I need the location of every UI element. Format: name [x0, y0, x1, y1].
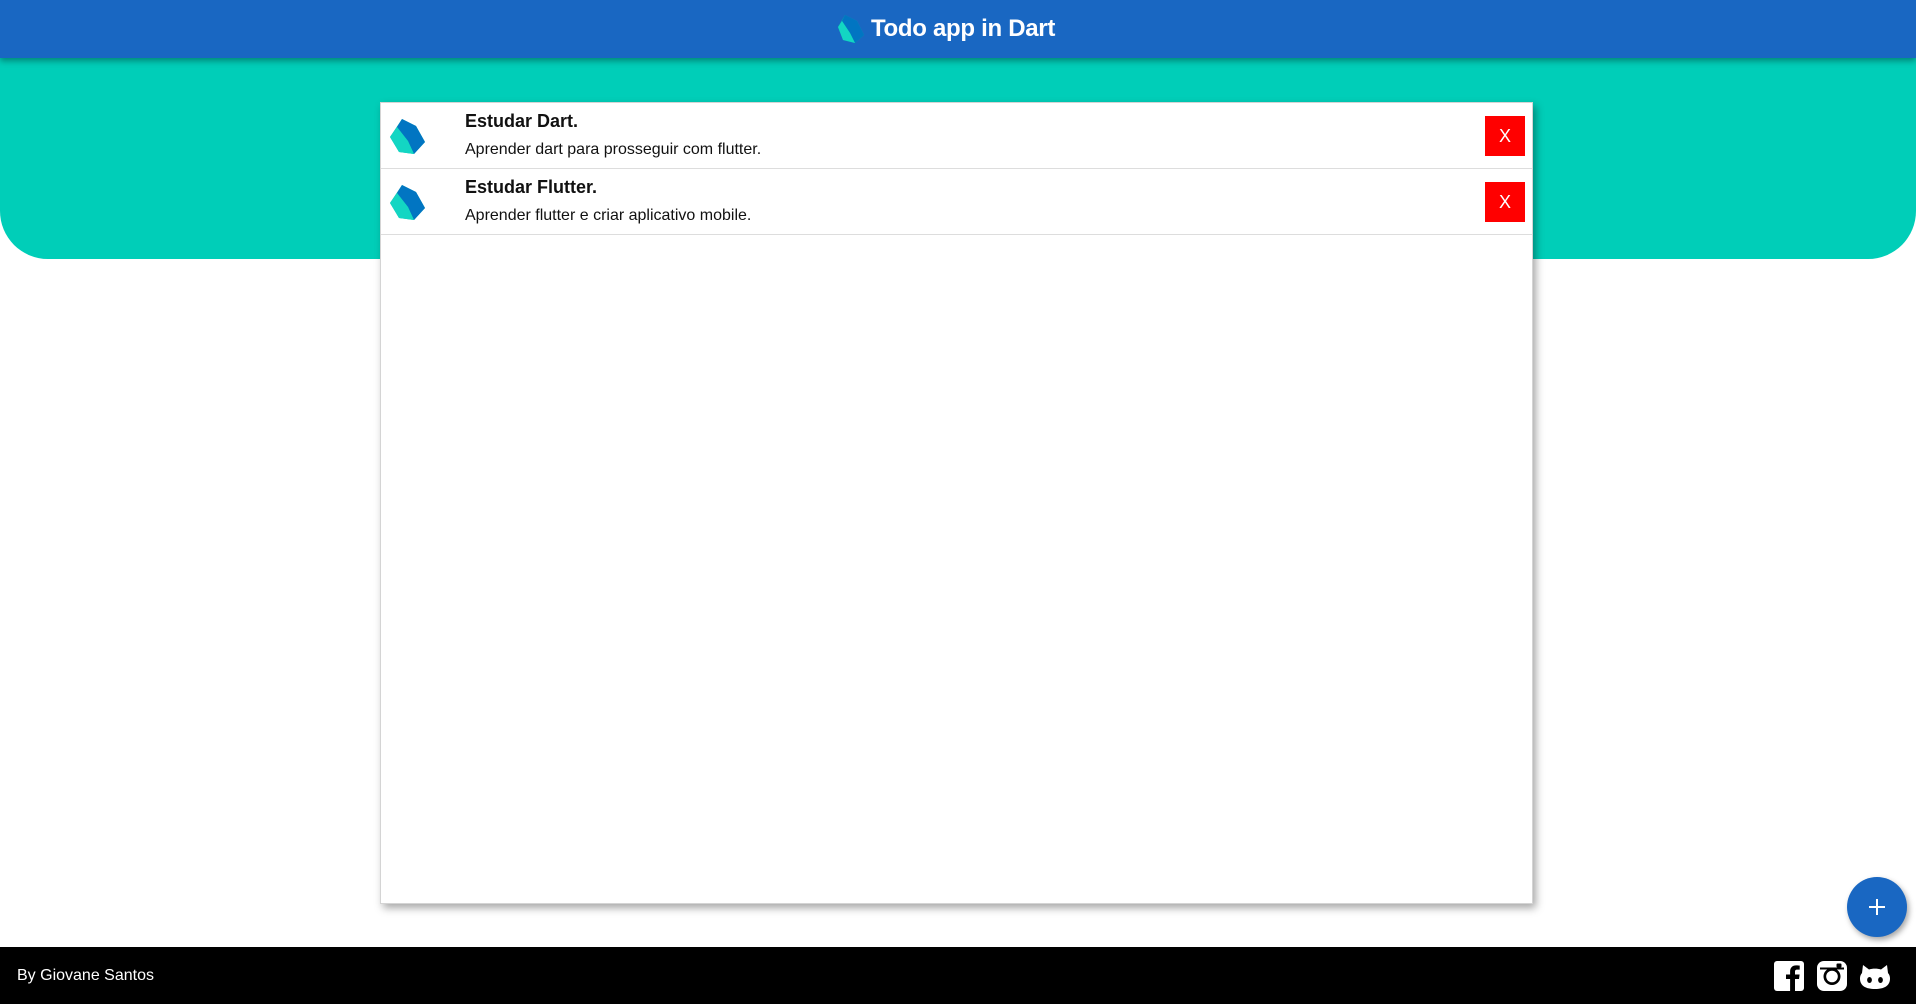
- app-bar: Todo app in Dart: [0, 0, 1916, 58]
- app-title: Todo app in Dart: [870, 15, 1056, 42]
- dart-logo-icon: [390, 185, 425, 220]
- facebook-link[interactable]: [1773, 960, 1805, 992]
- app-root: Todo app in Dart Estudar Dart. Aprender …: [0, 0, 1916, 1004]
- facebook-icon: [1774, 961, 1804, 991]
- delete-todo-button[interactable]: X: [1485, 116, 1525, 156]
- delete-todo-button[interactable]: X: [1485, 182, 1525, 222]
- dart-logo-icon: [390, 119, 425, 154]
- todo-title: Estudar Flutter.: [465, 177, 598, 197]
- todo-title: Estudar Dart.: [465, 111, 579, 131]
- plus-icon: [1869, 899, 1885, 915]
- footer-credit: By Giovane Santos: [17, 967, 154, 984]
- github-link[interactable]: [1859, 960, 1891, 992]
- todo-item: Estudar Flutter. Aprender flutter e cria…: [381, 169, 1532, 235]
- todo-list-card: Estudar Dart. Aprender dart para prosseg…: [380, 102, 1533, 904]
- github-icon: [1860, 965, 1890, 989]
- todo-item: Estudar Dart. Aprender dart para prosseg…: [381, 103, 1532, 169]
- app-bar-brand: Todo app in Dart: [837, 13, 1055, 45]
- todo-description: Aprender flutter e criar aplicativo mobi…: [465, 207, 752, 224]
- instagram-link[interactable]: [1816, 960, 1848, 992]
- footer: By Giovane Santos: [0, 947, 1916, 1004]
- instagram-icon: [1817, 961, 1847, 991]
- todo-description: Aprender dart para prosseguir com flutte…: [465, 141, 762, 158]
- add-todo-button[interactable]: [1847, 877, 1907, 937]
- dart-logo-icon: [837, 15, 864, 43]
